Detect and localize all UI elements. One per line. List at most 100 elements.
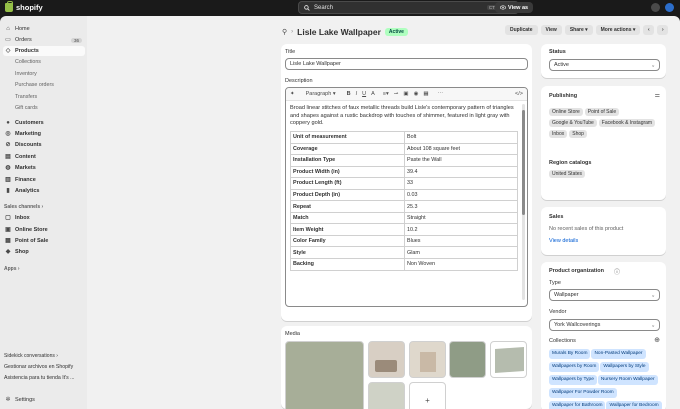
- notifications-icon[interactable]: [651, 3, 660, 12]
- sidebar-item-gift-cards[interactable]: Gift cards: [15, 105, 38, 111]
- sidebar-item-point-of-sale[interactable]: ▦ Point of Sale: [3, 236, 85, 246]
- sparkle-icon[interactable]: ✦: [290, 91, 295, 97]
- collection-chip[interactable]: Non-Pasted Wallpaper: [591, 349, 646, 359]
- spec-key: Installation Type: [290, 154, 405, 167]
- type-select[interactable]: Wallpaper: [549, 289, 660, 301]
- share-button[interactable]: Share ▾: [564, 25, 593, 35]
- room-interior-image: [420, 352, 436, 372]
- spec-key: Repeat: [290, 200, 405, 213]
- channel-chip[interactable]: Shop: [569, 130, 587, 138]
- content-icon: ▤: [5, 154, 11, 160]
- media-thumbnail-main[interactable]: [285, 341, 364, 409]
- avatar[interactable]: [665, 3, 674, 12]
- underline-icon[interactable]: U: [362, 91, 366, 97]
- sidebar-item-home[interactable]: ⌂ Home: [3, 24, 85, 34]
- media-thumbnail-2[interactable]: [368, 341, 405, 378]
- spec-value: Glam: [404, 246, 518, 259]
- sidebar-label: Analytics: [15, 188, 40, 194]
- sidebar-item-content[interactable]: ▤ Content: [3, 152, 85, 162]
- status-label: Status: [549, 49, 566, 55]
- collection-chip[interactable]: Nursery Room Wallpaper: [597, 375, 658, 385]
- media-thumbnail-5[interactable]: [490, 341, 527, 378]
- sidebar-item-transfers[interactable]: Transfers: [15, 94, 37, 100]
- region-chip[interactable]: United States: [549, 170, 586, 178]
- info-icon[interactable]: ⓘ: [614, 267, 620, 276]
- collection-chip[interactable]: Wallpapers by Style: [600, 362, 649, 372]
- channel-chip[interactable]: Online Store: [549, 108, 583, 116]
- collection-chip[interactable]: Wallpapers by Room: [549, 362, 600, 372]
- vendor-select[interactable]: York Wallcoverings: [549, 319, 660, 331]
- sidebar-item-discounts[interactable]: ⊘ Discounts: [3, 140, 85, 150]
- description-editor[interactable]: ✦ Paragraph ▾ B I U A ≡▾ ⊸ ▣ ◉ ▦ ⋯ </> B…: [285, 87, 528, 307]
- eye-icon: [500, 5, 506, 10]
- sidebar-item-marketing[interactable]: ◎ Marketing: [3, 129, 85, 139]
- media-card: Media +: [281, 326, 532, 409]
- bold-icon[interactable]: B: [347, 91, 351, 97]
- sidebar-item-online-store[interactable]: ▣ Online Store: [3, 225, 85, 235]
- sidebar-item-orders[interactable]: ▭ Orders 36: [3, 35, 85, 45]
- sales-channels-heading[interactable]: Sales channels ›: [4, 204, 43, 210]
- align-icon[interactable]: ≡▾: [383, 91, 389, 97]
- sidekick-conversation-2[interactable]: Asistencia para tu tienda It's ...: [4, 375, 74, 381]
- sidebar-label: Marketing: [15, 131, 41, 137]
- person-icon: ●: [6, 120, 10, 126]
- view-button[interactable]: View: [540, 25, 562, 35]
- collection-chip[interactable]: Wallpaper for Bedroom: [606, 401, 662, 409]
- image-icon[interactable]: ▣: [403, 91, 408, 97]
- video-icon[interactable]: ◉: [414, 91, 419, 97]
- media-thumbnail-4[interactable]: [449, 341, 486, 378]
- code-icon[interactable]: </>: [515, 91, 523, 97]
- channel-chip[interactable]: Inbox: [549, 130, 568, 138]
- shop-bag-icon: ◆: [5, 249, 11, 255]
- text-color-icon[interactable]: A: [371, 91, 375, 97]
- spec-value: 33: [404, 177, 518, 190]
- search-bar[interactable]: Search CTRL K: [298, 1, 519, 14]
- next-product-button[interactable]: ›: [657, 25, 669, 35]
- sidebar-label: Finance: [15, 177, 36, 183]
- more-icon[interactable]: ⋯: [438, 91, 444, 97]
- apps-heading[interactable]: Apps ›: [4, 266, 20, 272]
- collection-chip[interactable]: Wallpaper for Bathroom: [549, 401, 606, 409]
- add-media-button[interactable]: +: [409, 382, 446, 409]
- add-collection-icon[interactable]: ⊕: [654, 336, 660, 344]
- sidebar-item-purchase-orders[interactable]: Purchase orders: [15, 82, 54, 88]
- settings-sliders-icon[interactable]: ⚌: [655, 92, 660, 99]
- sidebar-item-customers[interactable]: ● Customers: [3, 118, 85, 128]
- duplicate-button[interactable]: Duplicate: [505, 25, 538, 35]
- sales-channels-label: Sales channels: [4, 204, 41, 210]
- sidebar-item-products[interactable]: ◇ Products: [3, 46, 85, 56]
- table-icon[interactable]: ▦: [423, 91, 428, 97]
- paragraph-select[interactable]: Paragraph ▾: [306, 91, 336, 97]
- sidebar-item-settings[interactable]: ✲ Settings: [3, 395, 85, 405]
- sidebar-item-inventory[interactable]: Inventory: [15, 71, 37, 77]
- previous-product-button[interactable]: ‹: [643, 25, 655, 35]
- view-as-button[interactable]: View as: [495, 2, 534, 13]
- more-actions-button[interactable]: More actions ▾: [595, 25, 641, 35]
- channel-chip[interactable]: Google & YouTube: [549, 119, 597, 127]
- view-details-link[interactable]: View details: [549, 238, 578, 244]
- specs-table: Unit of measurement Bolt Coverage About 108…: [290, 131, 518, 271]
- product-tag-icon[interactable]: ⚲: [282, 28, 287, 36]
- media-thumbnail-3[interactable]: [409, 341, 446, 378]
- sidebar-item-shop[interactable]: ◆ Shop: [3, 247, 85, 257]
- sidebar-item-finance[interactable]: ▥ Finance: [3, 175, 85, 185]
- shopify-logo[interactable]: shopify: [5, 1, 43, 12]
- channel-chip[interactable]: Facebook & Instagram: [598, 119, 656, 127]
- sidebar-item-collections[interactable]: Collections: [15, 59, 41, 65]
- collection-chip[interactable]: Wallpapers by Type: [549, 375, 597, 385]
- media-thumbnail-6[interactable]: [368, 382, 405, 409]
- italic-icon[interactable]: I: [356, 91, 358, 97]
- sidebar-item-analytics[interactable]: ▮ Analytics: [3, 186, 85, 196]
- collection-chip[interactable]: Murals By Room: [549, 349, 591, 359]
- sidekick-conversation-1[interactable]: Gestionar archivos en Shopify: [4, 364, 73, 370]
- link-icon[interactable]: ⊸: [394, 91, 399, 97]
- editor-scrollbar-thumb[interactable]: [522, 110, 525, 215]
- sidekick-heading[interactable]: Sidekick conversations ›: [4, 353, 58, 359]
- channel-chip[interactable]: Point of Sale: [584, 108, 620, 116]
- sidebar-item-markets[interactable]: ◍ Markets: [3, 163, 85, 173]
- status-select[interactable]: Active: [549, 59, 660, 71]
- collection-chip[interactable]: Wallpaper For Powder Room: [549, 388, 617, 398]
- title-input[interactable]: Lisle Lake Wallpaper: [285, 58, 528, 70]
- spec-key: Color Family: [290, 234, 405, 248]
- sidebar-item-inbox[interactable]: ▢ Inbox: [3, 213, 85, 223]
